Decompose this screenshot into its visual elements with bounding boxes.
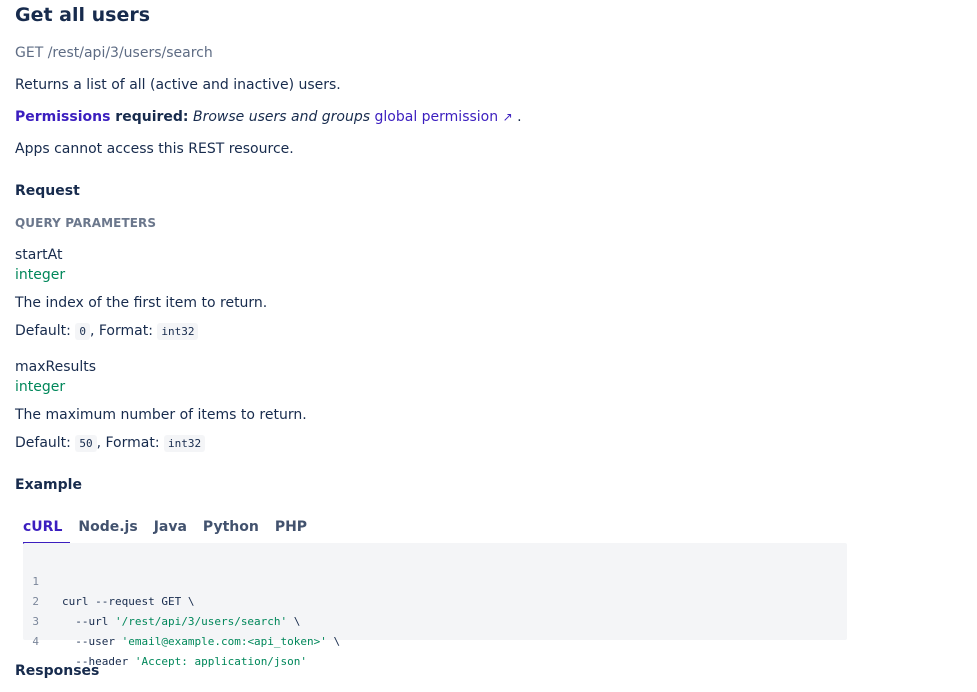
code-line: 4 --header 'Accept: application/json' bbox=[23, 612, 307, 668]
global-permission-link-text: global permission bbox=[374, 109, 499, 125]
default-label: Default: bbox=[15, 435, 71, 451]
code-plain: --url bbox=[62, 615, 115, 628]
code-plain: --user bbox=[62, 635, 122, 648]
permission-name: Browse users and groups bbox=[192, 109, 371, 125]
code-tail: \ bbox=[287, 615, 301, 628]
tab-python[interactable]: Python bbox=[195, 518, 267, 542]
param-description: The index of the first item to return. bbox=[15, 295, 268, 311]
tab-java[interactable]: Java bbox=[146, 518, 195, 542]
format-value: int32 bbox=[157, 323, 199, 340]
example-language-tabs: cURL Node.js Java Python PHP bbox=[23, 518, 315, 544]
code-string: 'Accept: application/json' bbox=[134, 655, 308, 668]
api-doc-page: Get all users GET /rest/api/3/users/sear… bbox=[0, 0, 977, 684]
code-line: 2 --url '/rest/api/3/users/search' \ bbox=[23, 572, 300, 628]
param-type: integer bbox=[15, 267, 66, 283]
permissions-end: . bbox=[517, 109, 522, 125]
code-line: 1 curl --request GET \ bbox=[23, 552, 194, 608]
code-plain: curl --request GET \ bbox=[62, 595, 195, 608]
line-number: 4 bbox=[32, 635, 39, 648]
endpoint-path: /rest/api/3/users/search bbox=[47, 45, 213, 61]
param-name: startAt bbox=[15, 247, 63, 263]
format-label: , Format: bbox=[96, 435, 160, 451]
endpoint: GET /rest/api/3/users/search bbox=[15, 45, 213, 61]
param-name: maxResults bbox=[15, 359, 97, 375]
tab-curl[interactable]: cURL bbox=[23, 518, 71, 544]
http-method: GET bbox=[15, 45, 44, 61]
example-heading: Example bbox=[15, 477, 82, 493]
global-permission-link[interactable]: global permission ↗ bbox=[375, 109, 513, 125]
permissions-note: Permissions required: Browse users and g… bbox=[15, 109, 522, 125]
responses-heading: Responses bbox=[15, 663, 100, 679]
param-meta: Default: 0, Format: int32 bbox=[15, 323, 199, 340]
code-string: 'email@example.com:<api_token>' bbox=[121, 635, 327, 648]
apps-note: Apps cannot access this REST resource. bbox=[15, 141, 294, 157]
default-value: 50 bbox=[75, 435, 97, 452]
code-line: 3 --user 'email@example.com:<api_token>'… bbox=[23, 592, 340, 648]
permissions-link[interactable]: Permissions bbox=[15, 109, 110, 125]
external-link-icon: ↗ bbox=[502, 110, 513, 124]
code-tail: \ bbox=[326, 635, 341, 648]
query-parameters-heading: QUERY PARAMETERS bbox=[15, 216, 157, 230]
code-text: --user 'email@example.com:<api_token>' \ bbox=[62, 632, 340, 652]
param-meta: Default: 50, Format: int32 bbox=[15, 435, 206, 452]
code-string: '/rest/api/3/users/search' bbox=[114, 615, 288, 628]
tab-php[interactable]: PHP bbox=[267, 518, 315, 542]
default-value: 0 bbox=[75, 323, 90, 340]
code-example[interactable]: 1 curl --request GET \ 2 --url '/rest/ap… bbox=[23, 543, 847, 668]
format-label: , Format: bbox=[89, 323, 153, 339]
code-text: curl --request GET \ bbox=[62, 592, 194, 612]
default-label: Default: bbox=[15, 323, 71, 339]
permissions-required-label: required: bbox=[110, 109, 189, 125]
page-title: Get all users bbox=[15, 4, 151, 26]
tab-nodejs[interactable]: Node.js bbox=[70, 518, 145, 542]
request-heading: Request bbox=[15, 183, 80, 199]
format-value: int32 bbox=[163, 435, 206, 452]
param-description: The maximum number of items to return. bbox=[15, 407, 307, 423]
endpoint-description: Returns a list of all (active and inacti… bbox=[15, 77, 341, 93]
param-type: integer bbox=[15, 379, 66, 395]
code-text: --url '/rest/api/3/users/search' \ bbox=[62, 612, 300, 632]
